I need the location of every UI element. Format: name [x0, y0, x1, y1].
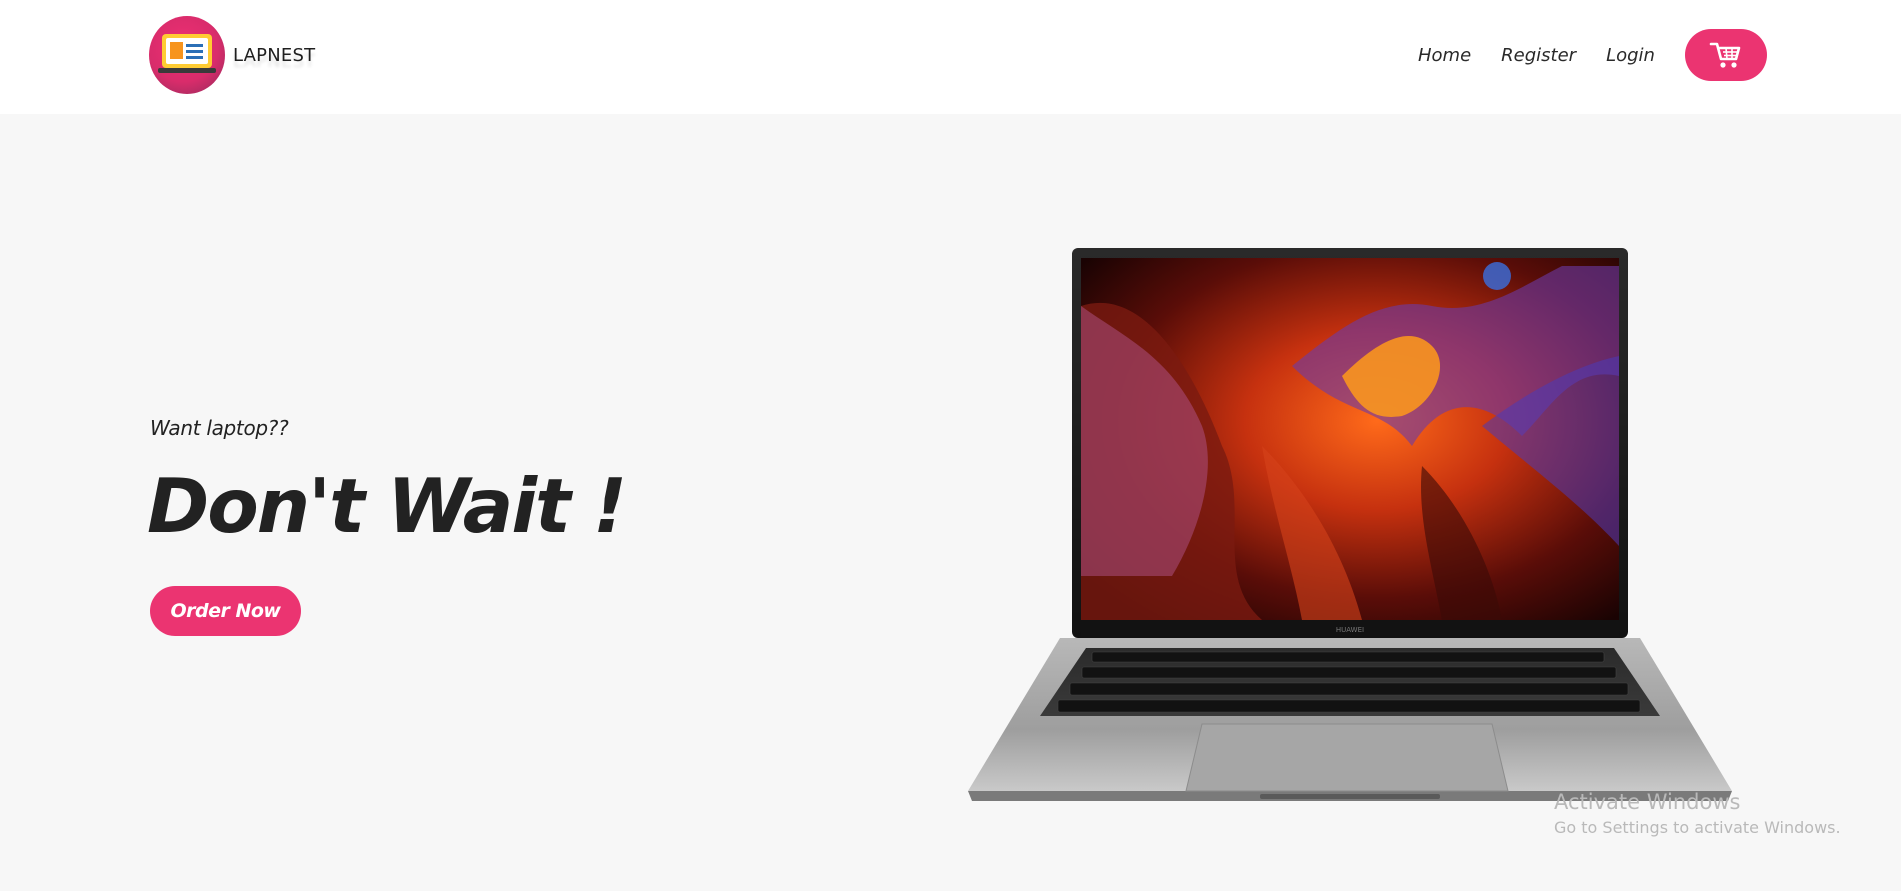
brand[interactable]: LAPNEST	[149, 15, 315, 95]
laptop-logo-icon	[149, 16, 225, 94]
cart-icon	[1709, 42, 1741, 68]
laptop-image: HUAWEI	[968, 248, 1732, 801]
hero-title: Don't Wait !	[147, 462, 627, 550]
svg-text:HUAWEI: HUAWEI	[1336, 626, 1364, 634]
nav-link-register[interactable]: Register	[1501, 45, 1576, 66]
watermark-title: Activate Windows	[1554, 790, 1741, 814]
windows-activation-watermark: Activate Windows Go to Settings to activ…	[1554, 790, 1841, 837]
nav-link-login[interactable]: Login	[1606, 45, 1655, 66]
site-header: LAPNEST Home Register Login	[0, 0, 1901, 114]
brand-name: LAPNEST	[233, 44, 316, 66]
order-now-button[interactable]: Order Now	[150, 586, 301, 636]
hero-pretitle: Want laptop??	[150, 416, 289, 440]
watermark-subtitle: Go to Settings to activate Windows.	[1554, 818, 1841, 837]
nav-link-home[interactable]: Home	[1418, 45, 1471, 66]
cart-button[interactable]	[1684, 29, 1767, 81]
main-nav: Home Register Login	[1418, 29, 1767, 81]
